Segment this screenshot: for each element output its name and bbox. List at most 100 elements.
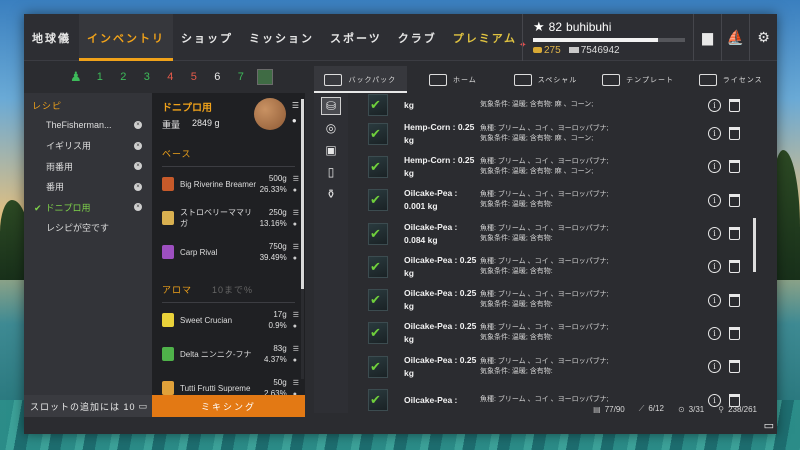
adjust-icon[interactable]: ☰ bbox=[293, 345, 299, 353]
ingredient-package-icon bbox=[162, 347, 174, 361]
info-icon[interactable]: i bbox=[708, 260, 721, 274]
equipped-check-icon: ✔ bbox=[370, 97, 381, 112]
boat-icon[interactable]: ⛵ bbox=[721, 14, 749, 61]
filter-level-5[interactable]: 5 bbox=[182, 71, 206, 83]
recipe-detail: ドニプロ用 重量 2849 g ☰ ● ベース Big Riverine Bre… bbox=[152, 93, 305, 395]
remove-recipe-icon[interactable]: × bbox=[134, 141, 142, 150]
info-icon[interactable]: i bbox=[708, 227, 721, 241]
remove-ingredient-icon[interactable]: ● bbox=[293, 187, 299, 194]
reels-value: 3/31 bbox=[688, 404, 705, 414]
nav-item[interactable]: 地球儀 bbox=[24, 14, 79, 61]
info-icon[interactable]: i bbox=[708, 193, 721, 207]
jar-icon[interactable]: ▯ bbox=[321, 163, 341, 181]
detail-scroll-thumb[interactable] bbox=[301, 99, 304, 289]
inventory-item[interactable]: ✔ Oilcake-Pea : 0.25 kg 魚種: ブリーム 、コイ 、ヨーロッ… bbox=[352, 350, 754, 383]
trash-icon[interactable] bbox=[729, 293, 740, 307]
trash-icon[interactable] bbox=[729, 160, 740, 174]
remove-recipe-icon[interactable]: × bbox=[134, 203, 142, 212]
gear-icon[interactable]: ⚙ bbox=[749, 14, 777, 61]
ranking-icon[interactable]: ▆ bbox=[693, 14, 721, 61]
adjust-icon[interactable]: ☰ bbox=[293, 379, 299, 387]
inventory-item[interactable]: ✔ Oilcake-Pea : 0.25 kg 魚種: ブリーム 、コイ 、ヨーロッ… bbox=[352, 283, 754, 316]
nav-item[interactable]: スポーツ bbox=[322, 14, 390, 61]
item-description: 魚種: ブリーム 、コイ 、ヨーロッパブナ; 気象条件: 温暖; 含有物: bbox=[480, 290, 708, 310]
nav-item[interactable]: クラブ bbox=[390, 14, 445, 61]
nav-item[interactable]: ショップ bbox=[173, 14, 241, 61]
trash-icon[interactable] bbox=[729, 326, 740, 340]
recipe-item[interactable]: ✔ ドニプロ用 × bbox=[24, 197, 152, 218]
info-icon[interactable]: i bbox=[708, 160, 721, 174]
mixing-button[interactable]: ミキシング bbox=[152, 395, 305, 417]
tab-1[interactable]: ホーム bbox=[407, 66, 500, 93]
trash-icon[interactable] bbox=[729, 98, 740, 112]
nav-item[interactable]: プレミアム ✦ bbox=[445, 14, 527, 61]
add-slot-button[interactable]: スロットの追加には 10 ▭ bbox=[24, 395, 152, 417]
filter-level-4[interactable]: 4 bbox=[159, 71, 183, 83]
boilie-icon[interactable]: ◎ bbox=[321, 119, 341, 137]
item-list-scroll-thumb[interactable] bbox=[753, 218, 756, 272]
ingredient-name: Carp Rival bbox=[180, 247, 218, 257]
inventory-item[interactable]: ✔ Oilcake-Pea : 0.084 kg 魚種: ブリーム 、コイ 、ヨーロ… bbox=[352, 217, 754, 250]
tab-0[interactable]: バックパック bbox=[314, 66, 407, 93]
recipe-item[interactable]: 雨番用 × bbox=[24, 156, 152, 177]
remove-ingredient-icon[interactable]: ● bbox=[293, 357, 299, 364]
trash-icon[interactable] bbox=[729, 227, 740, 241]
recipe-item[interactable]: 番用 × bbox=[24, 177, 152, 198]
edit-icon[interactable]: ☰ bbox=[292, 101, 299, 110]
chat-icon[interactable]: ▭ bbox=[764, 419, 774, 432]
item-list-scrollbar[interactable] bbox=[753, 100, 756, 400]
inventory-item[interactable]: ✔ Oilcake-Pea : 0.25 kg 魚種: ブリーム 、コイ 、ヨーロッ… bbox=[352, 250, 754, 283]
info-icon[interactable]: i bbox=[708, 360, 721, 374]
inventory-item[interactable]: ✔ Oilcake-Pea : 0.001 kg 魚種: ブリーム 、コイ 、ヨーロ… bbox=[352, 184, 754, 217]
nav-item[interactable]: ミッション bbox=[241, 14, 322, 61]
recipe-item[interactable]: イギリス用 × bbox=[24, 136, 152, 157]
inventory-item[interactable]: ✔ Hemp-Corn : 0.25 kg 魚種: ブリーム 、コイ 、ヨーロッパブ… bbox=[352, 117, 754, 150]
filter-toggle[interactable] bbox=[256, 69, 273, 85]
adjust-icon[interactable]: ☰ bbox=[293, 209, 299, 217]
remove-ingredient-icon[interactable]: ● bbox=[293, 255, 299, 262]
detail-scrollbar[interactable] bbox=[301, 99, 304, 379]
tab-2[interactable]: スペシャル bbox=[499, 66, 592, 93]
tab-4[interactable]: ライセンス bbox=[684, 66, 777, 93]
info-icon[interactable]: i bbox=[708, 326, 721, 340]
player-profile[interactable]: ★ 82 buhibuhi 275 7546942 bbox=[522, 14, 688, 61]
adjust-icon[interactable]: ☰ bbox=[293, 243, 299, 251]
ingredient-controls: ☰ ● bbox=[293, 209, 299, 228]
trash-icon[interactable] bbox=[729, 260, 740, 274]
filter-level-1[interactable]: 1 bbox=[88, 71, 112, 83]
nav-item[interactable]: インベントリ bbox=[79, 14, 173, 61]
recipe-label: 雨番用 bbox=[46, 161, 74, 172]
adjust-icon[interactable]: ☰ bbox=[293, 175, 299, 183]
top-icons: ▆ ⛵ ⚙ bbox=[693, 14, 777, 61]
filter-level-3[interactable]: 3 bbox=[135, 71, 159, 83]
remove-recipe-icon[interactable]: × bbox=[134, 162, 142, 171]
bucket-icon[interactable]: ▣ bbox=[321, 141, 341, 159]
recipe-item[interactable]: TheFisherman... × bbox=[24, 115, 152, 136]
tab-3[interactable]: テンプレート bbox=[592, 66, 685, 93]
trash-icon[interactable] bbox=[729, 360, 740, 374]
remove-ingredient-icon[interactable]: ● bbox=[293, 221, 299, 228]
bottle-icon[interactable]: ⚱ bbox=[321, 185, 341, 203]
inventory-item[interactable]: ✔ Oilcake-Pea : 0.25 kg 魚種: ブリーム 、コイ 、ヨーロッ… bbox=[352, 317, 754, 350]
filter-level-7[interactable]: 7 bbox=[229, 71, 253, 83]
info-icon[interactable]: i bbox=[708, 98, 721, 112]
remove-recipe-icon[interactable]: × bbox=[134, 121, 142, 130]
equipped-check-icon: ✔ bbox=[370, 325, 381, 341]
recipe-item[interactable]: レシピが空です bbox=[24, 218, 152, 239]
inventory-item[interactable]: ✔ kg 気象条件: 温暖; 含有物: 麻 、コーン; i bbox=[352, 93, 754, 117]
remove-icon[interactable]: ● bbox=[292, 116, 299, 125]
bait-bag-icon[interactable]: ⛁ bbox=[321, 97, 341, 115]
remove-ingredient-icon[interactable]: ● bbox=[293, 323, 299, 330]
filter-level-2[interactable]: 2 bbox=[112, 71, 136, 83]
remove-recipe-icon[interactable]: × bbox=[134, 182, 142, 191]
trash-icon[interactable] bbox=[729, 193, 740, 207]
adjust-icon[interactable]: ☰ bbox=[293, 311, 299, 319]
ingredient-controls: ☰ ● bbox=[293, 243, 299, 262]
info-icon[interactable]: i bbox=[708, 127, 721, 141]
bait-package-thumbnail: ✔ bbox=[368, 122, 388, 145]
inventory-item[interactable]: ✔ Hemp-Corn : 0.25 kg 魚種: ブリーム 、コイ 、ヨーロッパブ… bbox=[352, 150, 754, 183]
info-icon[interactable]: i bbox=[708, 293, 721, 307]
trash-icon[interactable] bbox=[729, 127, 740, 141]
filter-level-6[interactable]: 6 bbox=[206, 71, 230, 83]
ingredient-percent: 26.33% bbox=[259, 185, 287, 194]
